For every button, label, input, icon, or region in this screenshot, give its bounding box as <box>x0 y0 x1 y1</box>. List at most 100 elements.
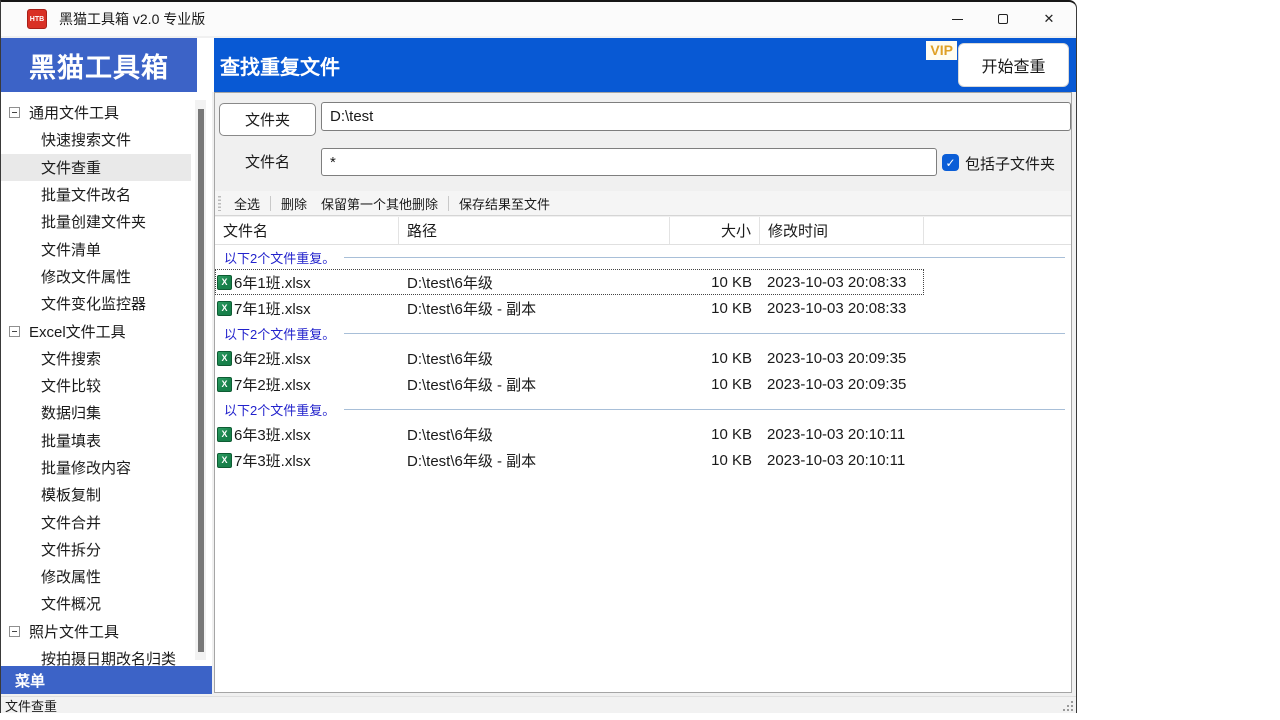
sidebar-item-1-2[interactable]: 数据归集 <box>1 399 191 426</box>
sidebar-item-0-2[interactable]: 批量文件改名 <box>1 181 191 208</box>
table-row[interactable]: X7年1班.xlsxD:\test\6年级 - 副本10 KB2023-10-0… <box>215 295 924 321</box>
filename-label: 文件名 <box>219 148 316 175</box>
cell-path: D:\test\6年级 - 副本 <box>399 374 670 395</box>
filename-pattern-input[interactable] <box>321 148 937 176</box>
results-table: 文件名路径大小修改时间 以下2个文件重复。 X6年1班.xlsxD:\test\6… <box>215 217 1071 692</box>
cell-modified-time: 2023-10-03 20:09:35 <box>760 376 924 393</box>
close-icon: ✕ <box>1044 11 1055 27</box>
table-row[interactable]: X7年3班.xlsxD:\test\6年级 - 副本10 KB2023-10-0… <box>215 447 924 473</box>
sidebar-item-2-0[interactable]: 按拍摄日期改名归类 <box>1 645 191 666</box>
cell-size: 10 KB <box>670 274 760 291</box>
sidebar-item-label: 文件变化监控器 <box>41 293 146 314</box>
sidebar-group-2[interactable]: 照片文件工具 <box>1 618 191 645</box>
sidebar-item-label: 文件搜索 <box>41 348 101 369</box>
toolbar-separator <box>270 196 271 211</box>
sidebar-item-0-4[interactable]: 文件清单 <box>1 235 191 262</box>
cell-filename: X7年2班.xlsx <box>215 374 399 395</box>
sidebar-item-1-1[interactable]: 文件比较 <box>1 372 191 399</box>
close-button[interactable]: ✕ <box>1026 2 1072 36</box>
sidebar-item-label: 修改文件属性 <box>41 266 131 287</box>
titlebar: HTB 黑猫工具箱 v2.0 专业版 ✕ <box>1 2 1076 36</box>
table-row[interactable]: X6年2班.xlsxD:\test\6年级10 KB2023-10-03 20:… <box>215 345 924 371</box>
duplicate-group-label: 以下2个文件重复。 <box>224 248 335 267</box>
column-header-size[interactable]: 大小 <box>670 217 760 244</box>
sidebar-scrollbar[interactable] <box>195 100 206 660</box>
sidebar-item-label: 批量文件改名 <box>41 184 131 205</box>
sidebar-item-1-4[interactable]: 批量修改内容 <box>1 454 191 481</box>
sidebar: 通用文件工具快速搜索文件文件查重批量文件改名批量创建文件夹文件清单修改文件属性文… <box>1 92 212 666</box>
excel-file-icon: X <box>217 351 232 366</box>
cell-modified-time: 2023-10-03 20:10:11 <box>760 452 924 469</box>
column-header-empty <box>924 217 1071 244</box>
column-header-time[interactable]: 修改时间 <box>760 217 924 244</box>
column-header-path[interactable]: 路径 <box>399 217 670 244</box>
collapse-minus-icon[interactable] <box>9 107 20 118</box>
folder-path-input[interactable] <box>321 102 1071 131</box>
excel-file-icon: X <box>217 275 232 290</box>
cell-filename: X6年3班.xlsx <box>215 424 399 445</box>
sidebar-item-label: 快速搜索文件 <box>41 129 131 150</box>
sidebar-item-0-5[interactable]: 修改文件属性 <box>1 263 191 290</box>
minimize-button[interactable] <box>934 2 980 36</box>
sidebar-item-label: 模板复制 <box>41 484 101 505</box>
collapse-minus-icon[interactable] <box>9 626 20 637</box>
sidebar-group-0[interactable]: 通用文件工具 <box>1 99 191 126</box>
toolbar-grip-icon[interactable] <box>218 196 221 211</box>
sidebar-item-0-6[interactable]: 文件变化监控器 <box>1 290 191 317</box>
app-window: HTB 黑猫工具箱 v2.0 专业版 ✕ 黑猫工具箱 查找重复文件 VIP 开始… <box>0 0 1077 713</box>
folder-button[interactable]: 文件夹 <box>219 103 316 136</box>
main-panel: 文件夹 文件名 ✓ 包括子文件夹 全选删除保留第一个其他删除保存结果至文件 文件… <box>214 92 1072 693</box>
include-subfolders-label: 包括子文件夹 <box>965 153 1055 174</box>
cell-filename: X6年2班.xlsx <box>215 348 399 369</box>
sidebar-item-label: 文件清单 <box>41 239 101 260</box>
toolbar-button-3[interactable]: 保存结果至文件 <box>452 193 557 214</box>
excel-file-icon: X <box>217 301 232 316</box>
sidebar-tree: 通用文件工具快速搜索文件文件查重批量文件改名批量创建文件夹文件清单修改文件属性文… <box>1 92 212 666</box>
toolbar-button-2[interactable]: 保留第一个其他删除 <box>314 193 445 214</box>
sidebar-item-1-7[interactable]: 文件拆分 <box>1 536 191 563</box>
menu-bar[interactable]: 菜单 <box>1 666 212 694</box>
filename-text: 7年2班.xlsx <box>234 374 311 395</box>
filename-text: 7年1班.xlsx <box>234 298 311 319</box>
duplicate-group-label: 以下2个文件重复。 <box>224 324 335 343</box>
sidebar-item-1-9[interactable]: 文件概况 <box>1 590 191 617</box>
sidebar-item-label: 修改属性 <box>41 566 101 587</box>
sidebar-scrollbar-thumb[interactable] <box>198 109 204 652</box>
sidebar-group-1[interactable]: Excel文件工具 <box>1 317 191 344</box>
sidebar-item-1-5[interactable]: 模板复制 <box>1 481 191 508</box>
filename-text: 6年3班.xlsx <box>234 424 311 445</box>
screen: HTB 黑猫工具箱 v2.0 专业版 ✕ 黑猫工具箱 查找重复文件 VIP 开始… <box>0 0 1280 720</box>
cell-size: 10 KB <box>670 426 760 443</box>
sidebar-item-1-8[interactable]: 修改属性 <box>1 563 191 590</box>
maximize-button[interactable] <box>980 2 1026 36</box>
minimize-icon <box>952 19 963 20</box>
toolbar-separator <box>448 196 449 211</box>
include-subfolders-checkbox[interactable]: ✓ <box>942 154 959 171</box>
toolbar-button-1[interactable]: 删除 <box>274 193 314 214</box>
table-row[interactable]: X7年2班.xlsxD:\test\6年级 - 副本10 KB2023-10-0… <box>215 371 924 397</box>
cell-size: 10 KB <box>670 350 760 367</box>
sidebar-item-0-1[interactable]: 文件查重 <box>1 154 191 181</box>
resize-grip-icon[interactable] <box>1061 699 1073 711</box>
vip-badge: VIP <box>926 41 957 60</box>
sidebar-item-label: 数据归集 <box>41 402 101 423</box>
sidebar-group-label: Excel文件工具 <box>29 321 126 342</box>
table-row[interactable]: X6年1班.xlsxD:\test\6年级10 KB2023-10-03 20:… <box>215 269 924 295</box>
sidebar-item-1-6[interactable]: 文件合并 <box>1 508 191 535</box>
collapse-minus-icon[interactable] <box>9 326 20 337</box>
maximize-icon <box>998 14 1008 24</box>
toolbar-button-0[interactable]: 全选 <box>227 193 267 214</box>
sidebar-item-1-0[interactable]: 文件搜索 <box>1 345 191 372</box>
status-text: 文件查重 <box>5 696 57 715</box>
sidebar-item-label: 文件查重 <box>41 157 101 178</box>
column-header-name[interactable]: 文件名 <box>215 217 399 244</box>
sidebar-item-0-0[interactable]: 快速搜索文件 <box>1 126 191 153</box>
sidebar-item-1-3[interactable]: 批量填表 <box>1 427 191 454</box>
sidebar-item-label: 批量修改内容 <box>41 457 131 478</box>
table-row[interactable]: X6年3班.xlsxD:\test\6年级10 KB2023-10-03 20:… <box>215 421 924 447</box>
duplicate-group-header: 以下2个文件重复。 <box>215 321 1071 345</box>
sidebar-item-0-3[interactable]: 批量创建文件夹 <box>1 208 191 235</box>
cell-modified-time: 2023-10-03 20:10:11 <box>760 426 924 443</box>
start-scan-button[interactable]: 开始查重 <box>958 43 1069 87</box>
excel-file-icon: X <box>217 453 232 468</box>
